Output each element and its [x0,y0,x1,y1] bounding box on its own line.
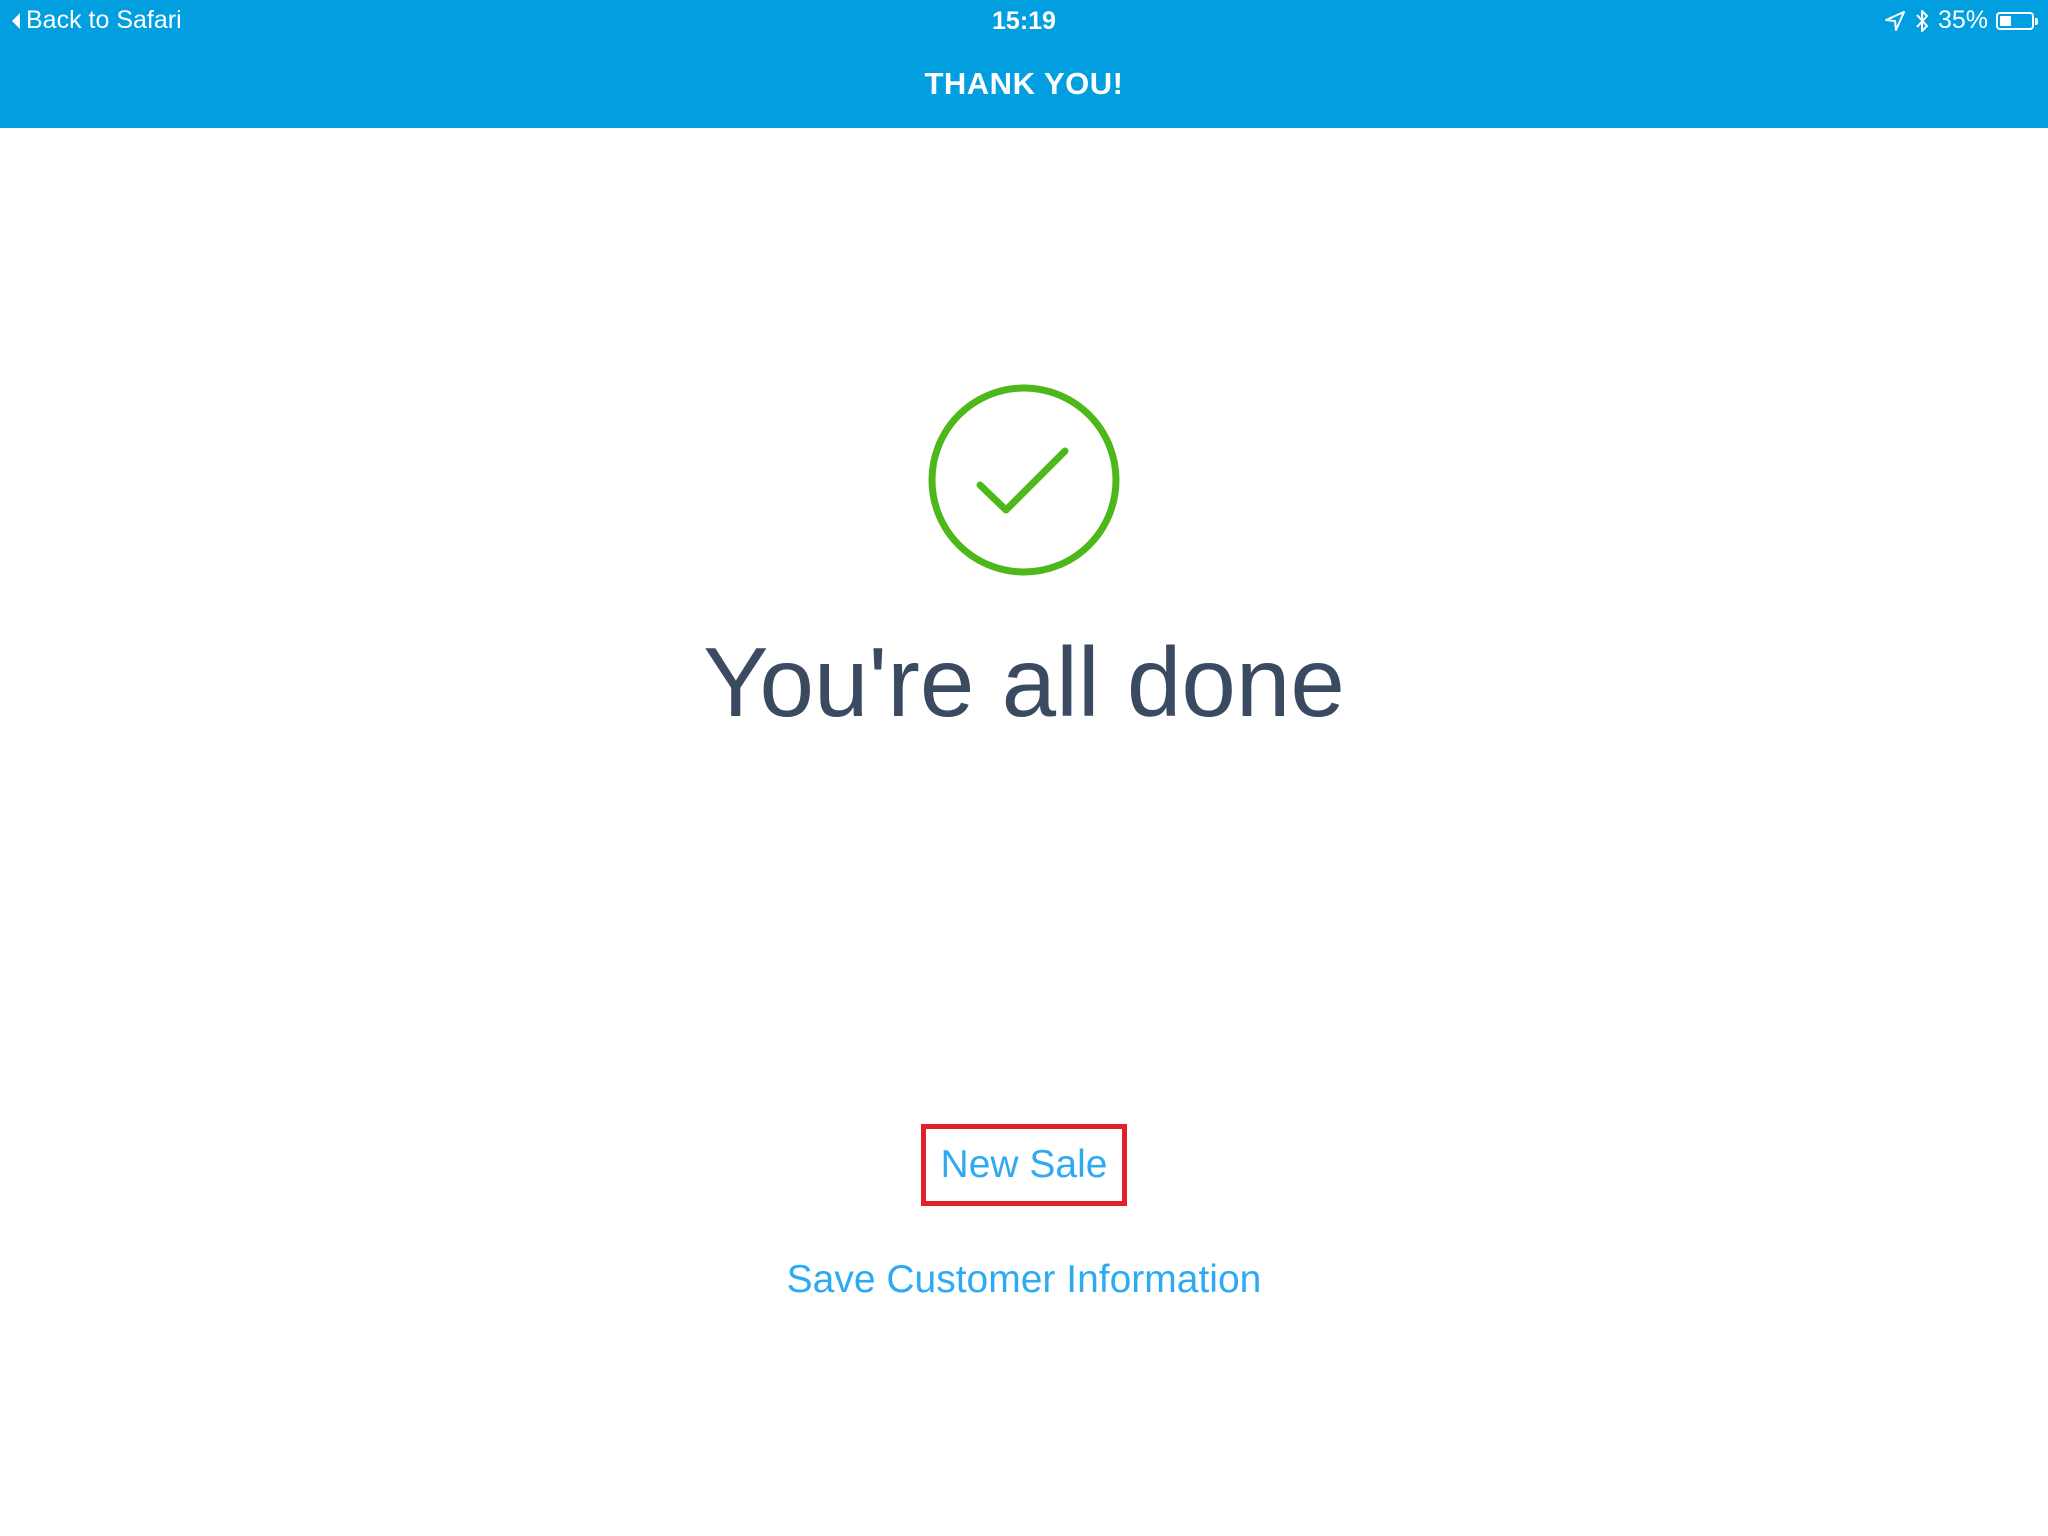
new-sale-label: New Sale [940,1143,1108,1186]
status-bar: Back to Safari 15:19 35% [0,0,2048,40]
status-time: 15:19 [992,7,1056,35]
battery-percent: 35% [1937,6,1988,34]
bluetooth-icon [1916,9,1928,32]
check-circle-icon [926,382,1122,578]
completion-heading: You're all done [703,627,1345,737]
battery-fill [2000,15,2011,26]
location-arrow-icon [1884,10,1905,31]
save-customer-information-label: Save Customer Information [786,1258,1262,1301]
save-customer-information-button[interactable]: Save Customer Information [0,1258,2048,1302]
new-sale-button[interactable]: New Sale [921,1124,1127,1206]
status-right-group: 35% [1884,6,2038,35]
page-title: THANK YOU! [924,66,1124,101]
battery-icon [1996,11,2038,30]
top-header: Back to Safari 15:19 35% THANK YOU! [0,0,2048,128]
